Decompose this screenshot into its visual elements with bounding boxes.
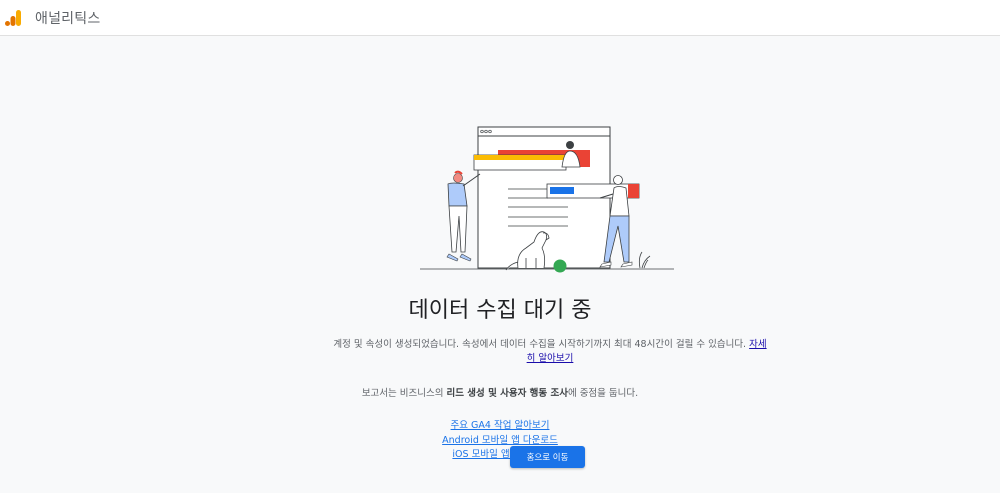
report-focus-text: 보고서는 비즈니스의 리드 생성 및 사용자 행동 조사에 중점을 둡니다. bbox=[0, 385, 1000, 399]
waiting-illustration bbox=[420, 126, 674, 273]
analytics-logo-icon[interactable] bbox=[4, 8, 24, 28]
go-home-button[interactable]: 홈으로 이동 bbox=[510, 446, 585, 468]
page-heading: 데이터 수집 대기 중 bbox=[408, 298, 592, 323]
description-text: 계정 및 속성이 생성되었습니다. 속성에서 데이터 수집을 시작하기까지 최대… bbox=[333, 339, 747, 350]
ios-app-link[interactable]: iOS 모바일 앱 다운로드 bbox=[0, 448, 1000, 463]
ga4-tasks-link[interactable]: 주요 GA4 작업 알아보기 bbox=[0, 419, 1000, 434]
focus-suffix: 에 중점을 둡니다. bbox=[567, 388, 639, 399]
android-app-link[interactable]: Android 모바일 앱 다운로드 bbox=[0, 434, 1000, 449]
app-title: 애널리틱스 bbox=[35, 10, 101, 27]
focus-bold: 리드 생성 및 사용자 행동 조사 bbox=[446, 388, 568, 399]
resource-links: 주요 GA4 작업 알아보기 Android 모바일 앱 다운로드 iOS 모바… bbox=[0, 419, 1000, 463]
status-description: 계정 및 속성이 생성되었습니다. 속성에서 데이터 수집을 시작하기까지 최대… bbox=[330, 338, 770, 366]
main-content: 데이터 수집 대기 중 계정 및 속성이 생성되었습니다. 속성에서 데이터 수… bbox=[0, 36, 1000, 493]
focus-prefix: 보고서는 비즈니스의 bbox=[361, 388, 447, 399]
top-bar: 애널리틱스 bbox=[0, 0, 1000, 36]
